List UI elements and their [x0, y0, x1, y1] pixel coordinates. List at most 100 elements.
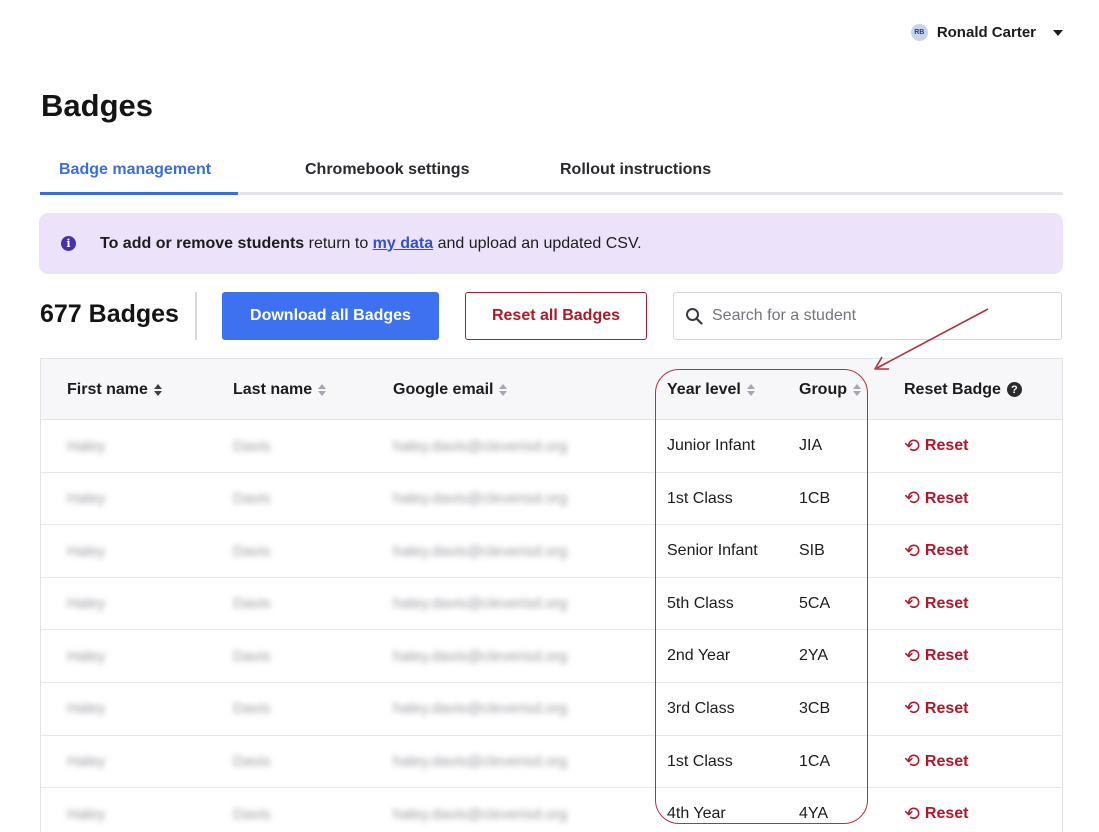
group-cell: 5CA: [799, 594, 831, 612]
search-input[interactable]: [712, 307, 1032, 325]
reset-label: Reset: [924, 752, 969, 770]
last-name-cell: Davis: [233, 490, 271, 508]
year-level-cell: 5th Class: [667, 594, 734, 612]
tab-chromebook-settings[interactable]: Chromebook settings: [286, 152, 488, 195]
reset-icon: ⟲: [904, 803, 920, 825]
last-name-cell: Davis: [233, 542, 271, 560]
user-menu[interactable]: RB Ronald Carter: [910, 24, 1063, 41]
reset-label: Reset: [924, 647, 969, 665]
banner-text: To add or remove students return to my d…: [100, 235, 642, 253]
email-cell: haley.davis@cleverisd.org: [393, 437, 568, 455]
table-body: Haley Davis haley.davis@cleverisd.org Ju…: [41, 420, 1062, 832]
reset-icon: ⟲: [904, 488, 920, 510]
year-level-cell: Junior Infant: [667, 437, 756, 454]
tab-rollout-instructions[interactable]: Rollout instructions: [541, 152, 730, 195]
reset-all-badges-button[interactable]: Reset all Badges: [465, 292, 647, 340]
table-row: Haley Davis haley.davis@cleverisd.org 2n…: [41, 630, 1062, 683]
tab-bar: Badge management Chromebook settings Rol…: [40, 152, 1063, 195]
column-year-level-label: Year level: [667, 380, 741, 398]
download-all-badges-button[interactable]: Download all Badges: [222, 292, 439, 340]
reset-button[interactable]: ⟲ Reset: [904, 736, 969, 788]
column-first-name[interactable]: First name: [67, 359, 162, 420]
reset-button[interactable]: ⟲ Reset: [904, 525, 969, 577]
reset-button[interactable]: ⟲ Reset: [904, 420, 969, 472]
help-icon[interactable]: ?: [1006, 382, 1022, 397]
reset-button[interactable]: ⟲ Reset: [904, 630, 969, 682]
tab-badge-management[interactable]: Badge management: [40, 152, 238, 195]
email-cell: haley.davis@cleverisd.org: [393, 647, 568, 665]
reset-label: Reset: [924, 489, 969, 507]
last-name-cell: Davis: [233, 700, 271, 718]
my-data-link[interactable]: my data: [373, 235, 433, 252]
sort-icon[interactable]: [499, 383, 508, 396]
column-last-name[interactable]: Last name: [233, 359, 327, 420]
last-name-cell: Davis: [233, 437, 271, 455]
reset-button[interactable]: ⟲ Reset: [904, 473, 969, 525]
reset-label: Reset: [924, 805, 969, 823]
email-cell: haley.davis@cleverisd.org: [393, 542, 568, 560]
first-name-cell: Haley: [67, 490, 106, 508]
first-name-cell: Haley: [67, 647, 106, 665]
reset-icon: ⟲: [904, 698, 920, 720]
email-cell: haley.davis@cleverisd.org: [393, 753, 568, 771]
reset-icon: ⟲: [904, 751, 920, 773]
sort-icon[interactable]: [318, 383, 327, 396]
reset-icon: ⟲: [904, 593, 920, 615]
group-cell: JIA: [799, 437, 823, 454]
reset-icon: ⟲: [904, 435, 920, 457]
avatar: RB: [910, 24, 928, 41]
banner-bold-text: To add or remove students: [100, 234, 305, 252]
last-name-cell: Davis: [233, 753, 271, 771]
last-name-cell: Davis: [233, 805, 271, 823]
reset-button[interactable]: ⟲ Reset: [904, 578, 969, 630]
email-cell: haley.davis@cleverisd.org: [393, 805, 568, 823]
sort-icon[interactable]: [746, 383, 755, 396]
last-name-cell: Davis: [233, 647, 271, 665]
table-row: Haley Davis haley.davis@cleverisd.org 1s…: [41, 736, 1062, 789]
group-cell: 2YA: [799, 647, 829, 665]
year-level-cell: 1st Class: [667, 752, 733, 770]
reset-label: Reset: [924, 594, 969, 612]
reset-label: Reset: [924, 699, 969, 717]
year-level-cell: 4th Year: [667, 805, 726, 823]
table-header: First name Last name Google email Year l…: [41, 359, 1062, 420]
first-name-cell: Haley: [67, 753, 106, 771]
reset-icon: ⟲: [904, 645, 920, 667]
column-year-level[interactable]: Year level: [667, 359, 755, 420]
reset-label: Reset: [924, 542, 969, 560]
group-cell: SIB: [799, 542, 825, 560]
group-cell: 1CB: [799, 489, 831, 507]
year-level-cell: Senior Infant: [667, 542, 758, 560]
table-row: Haley Davis haley.davis@cleverisd.org 3r…: [41, 683, 1062, 736]
year-level-cell: 3rd Class: [667, 699, 735, 717]
banner-middle-text: return to: [304, 234, 373, 252]
sort-icon[interactable]: [153, 383, 162, 396]
toolbar-divider: [195, 292, 197, 340]
sort-icon[interactable]: [853, 383, 861, 396]
page-title: Badges: [41, 88, 153, 123]
first-name-cell: Haley: [67, 595, 106, 613]
email-cell: haley.davis@cleverisd.org: [393, 490, 568, 508]
first-name-cell: Haley: [67, 805, 106, 823]
group-cell: 4YA: [799, 805, 829, 823]
reset-button[interactable]: ⟲ Reset: [904, 683, 969, 735]
group-cell: 1CA: [799, 752, 831, 770]
reset-button[interactable]: ⟲ Reset: [904, 788, 969, 832]
column-last-name-label: Last name: [233, 380, 313, 398]
column-reset-badge: Reset Badge ?: [904, 359, 1022, 420]
column-group[interactable]: Group: [799, 359, 861, 420]
badges-table: First name Last name Google email Year l…: [40, 358, 1063, 832]
last-name-cell: Davis: [233, 595, 271, 613]
info-icon: i: [61, 236, 76, 251]
badge-count: 677 Badges: [40, 300, 179, 328]
column-google-email-label: Google email: [393, 380, 494, 398]
student-search[interactable]: [673, 292, 1062, 340]
user-name: Ronald Carter: [936, 24, 1036, 41]
chevron-down-icon[interactable]: [1053, 29, 1063, 36]
reset-icon: ⟲: [904, 540, 920, 562]
column-google-email[interactable]: Google email: [393, 359, 508, 420]
group-cell: 3CB: [799, 699, 831, 717]
banner-end-text: and upload an updated CSV.: [433, 234, 642, 252]
info-banner: i To add or remove students return to my…: [39, 213, 1063, 274]
year-level-cell: 1st Class: [667, 489, 733, 507]
